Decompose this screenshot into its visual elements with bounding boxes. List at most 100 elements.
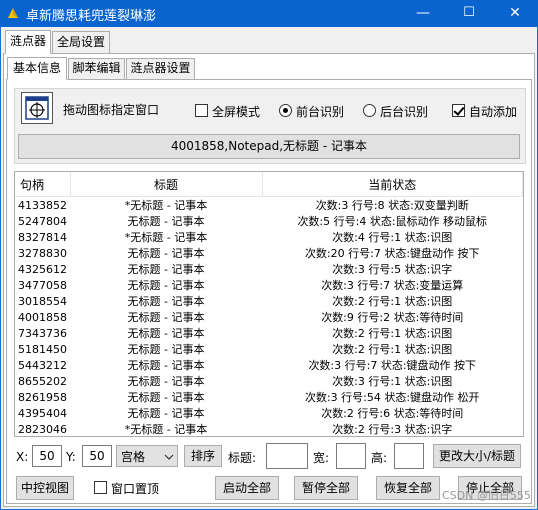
row-status: 次数:5 行号:4 状态:鼠标动作 移动鼠标 [297,215,488,228]
row-status: 次数:2 行号:1 状态:识图 [332,343,453,356]
fullscreen-checkbox[interactable] [195,104,208,117]
row-title: 无标题 - 记事本 [127,311,205,324]
row-status: 次数:3 行号:1 状态:识图 [332,375,453,388]
header-status[interactable]: 当前状态 [262,172,523,197]
window-list-table[interactable]: 句柄 标题 当前状态 4133852 *无标题 - 记事本 次数:3 行号:8 状态… [14,171,524,437]
drag-icon-label: 拖动图标指定窗口 [63,103,160,117]
row-title: 无标题 - 记事本 [127,407,205,420]
row-title: 无标题 - 记事本 [127,247,205,260]
table-row[interactable]: 3278830 无标题 - 记事本 次数:20 行号:7 状态:键盘动作 按下 [15,245,523,261]
height-input[interactable] [394,443,424,469]
row-handle: 8655202 [18,374,67,388]
header-title[interactable]: 标题 [70,172,263,197]
row-status: 次数:20 行号:7 状态:键盘动作 按下 [304,247,480,260]
row-status: 次数:2 行号:3 状态:识字 [332,423,453,436]
row-title: *无标题 - 记事本 [124,199,208,212]
chevron-down-icon [164,454,174,460]
table-row[interactable]: 2823046 *无标题 - 记事本 次数:2 行号:3 状态:识字 [15,421,523,437]
y-input[interactable]: 50 [82,445,112,467]
pause-all-button[interactable]: 暂停全部 [294,476,358,500]
foreground-radio[interactable] [279,104,292,117]
row-handle: 2823046 [18,422,67,436]
table-row[interactable]: 7343736 无标题 - 记事本 次数:2 行号:1 状态:识图 [15,325,523,341]
title-label: 标题: [228,451,257,465]
title-input[interactable] [266,443,308,469]
width-label: 宽: [313,451,330,465]
width-input[interactable] [336,443,366,469]
row-handle: 8327814 [18,230,67,244]
watermark-text: CSDN @旧日555 [442,489,531,502]
row-handle: 5443212 [18,358,67,372]
row-handle: 4395404 [18,406,67,420]
row-handle: 3477058 [18,278,67,292]
table-row[interactable]: 4133852 *无标题 - 记事本 次数:3 行号:8 状态:双变量判断 [15,197,523,214]
header-handle[interactable]: 句柄 [15,172,71,197]
table-header-row: 句柄 标题 当前状态 [15,172,523,197]
row-title: 无标题 - 记事本 [127,295,205,308]
tab-clicker-settings[interactable]: 涟点器设置 [126,58,195,80]
height-label: 高: [371,451,388,465]
table-row[interactable]: 5181450 无标题 - 记事本 次数:2 行号:1 状态:识图 [15,341,523,357]
topmost-checkbox[interactable] [94,481,107,494]
close-button[interactable]: ✕ [492,0,538,27]
row-title: 无标题 - 记事本 [127,391,205,404]
row-title: 无标题 - 记事本 [127,327,205,340]
row-status: 次数:9 行号:2 状态:等待时间 [321,311,464,324]
table-row[interactable]: 4001858 无标题 - 记事本 次数:9 行号:2 状态:等待时间 [15,309,523,325]
title-bar[interactable]: 卓新腾思耗兜莲裂琳澎 — ☐ ✕ [0,0,538,27]
layout-select[interactable]: 宫格 [116,445,178,467]
sort-button[interactable]: 排序 [184,445,222,467]
drag-target-box[interactable] [21,92,53,124]
app-icon [8,8,18,18]
tab-basic-info[interactable]: 基本信息 [7,57,67,80]
tab-script-edit[interactable]: 脚苯编辑 [68,58,125,80]
table-row[interactable]: 8655202 无标题 - 记事本 次数:3 行号:1 状态:识图 [15,373,523,389]
start-all-button[interactable]: 启动全部 [215,476,279,500]
background-label: 后台识别 [380,105,429,119]
row-handle: 4325612 [18,262,67,276]
row-status: 次数:3 行号:5 状态:识字 [332,263,453,276]
autoadd-label: 自动添加 [469,105,518,119]
table-row[interactable]: 8327814 *无标题 - 记事本 次数:4 行号:1 状态:识图 [15,229,523,245]
row-title: 无标题 - 记事本 [127,343,205,356]
table-row[interactable]: 3018554 无标题 - 记事本 次数:2 行号:1 状态:识图 [15,293,523,309]
x-label: X: [16,450,29,464]
maximize-button[interactable]: ☐ [446,0,492,27]
table-row[interactable]: 4395404 无标题 - 记事本 次数:2 行号:6 状态:等待时间 [15,405,523,421]
row-handle: 7343736 [18,326,67,340]
tab-clicker[interactable]: 涟点器 [5,30,51,54]
row-title: *无标题 - 记事本 [124,423,208,436]
row-status: 次数:3 行号:8 状态:双变量判断 [315,199,469,212]
row-handle: 3018554 [18,294,67,308]
autoadd-checkbox[interactable] [452,104,465,117]
row-status: 次数:3 行号:7 状态:变量运算 [321,279,464,292]
minimize-button[interactable]: — [400,0,446,27]
row-title: 无标题 - 记事本 [127,359,205,372]
row-title: 无标题 - 记事本 [127,263,205,276]
resume-all-button[interactable]: 恢复全部 [376,476,440,500]
row-handle: 5181450 [18,342,67,356]
table-row[interactable]: 5443212 无标题 - 记事本 次数:3 行号:7 状态:键盘动作 按下 [15,357,523,373]
row-status: 次数:3 行号:7 状态:键盘动作 按下 [308,359,477,372]
table-row[interactable]: 3477058 无标题 - 记事本 次数:3 行号:7 状态:变量运算 [15,277,523,293]
window-info-button[interactable]: 4001858,Notepad,无标题 - 记事本 [18,134,520,159]
row-handle: 3278830 [18,246,67,260]
x-input[interactable]: 50 [32,445,62,467]
center-view-button[interactable]: 中控视图 [16,476,74,500]
window-list-grid: 句柄 标题 当前状态 4133852 *无标题 - 记事本 次数:3 行号:8 状态… [15,172,523,437]
row-handle: 4001858 [18,310,67,324]
row-handle: 5247804 [18,214,67,228]
y-label: Y: [66,450,76,464]
tab-global-settings[interactable]: 全局设置 [52,31,110,54]
table-row[interactable]: 5247804 无标题 - 记事本 次数:5 行号:4 状态:鼠标动作 移动鼠标 [15,213,523,229]
foreground-label: 前台识别 [296,105,345,119]
window-title: 卓新腾思耗兜莲裂琳澎 [26,9,157,24]
row-title: 无标题 - 记事本 [127,375,205,388]
topmost-label: 窗口置顶 [111,482,160,496]
table-row[interactable]: 4325612 无标题 - 记事本 次数:3 行号:5 状态:识字 [15,261,523,277]
fullscreen-label: 全屏模式 [212,105,261,119]
background-radio[interactable] [363,104,376,117]
table-row[interactable]: 8261958 无标题 - 记事本 次数:3 行号:54 状态:键盘动作 松开 [15,389,523,405]
resize-title-button[interactable]: 更改大小/标题 [433,444,521,468]
row-handle: 4133852 [18,198,67,212]
